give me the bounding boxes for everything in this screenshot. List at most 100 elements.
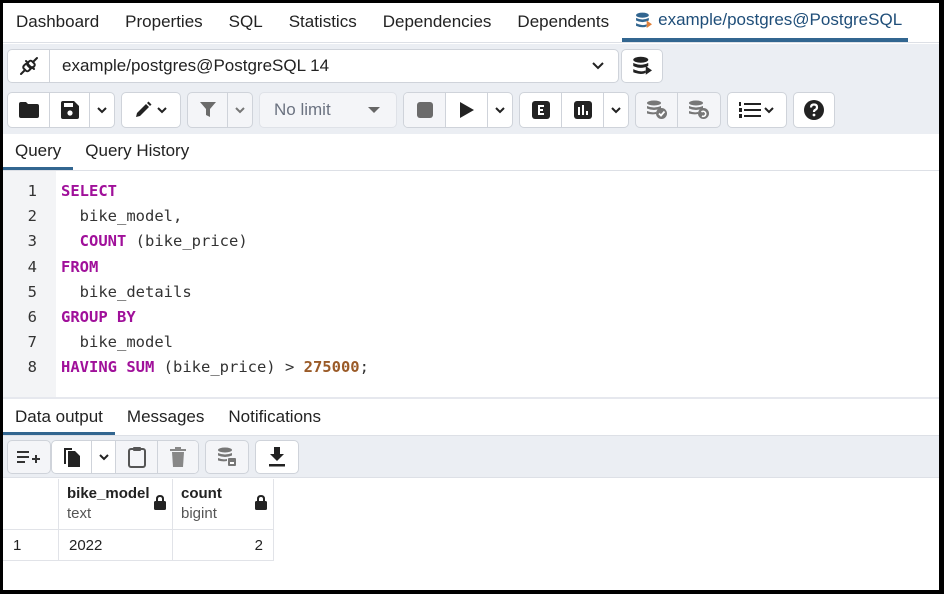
database-check-icon [646,100,667,119]
new-connection-button[interactable] [621,49,663,83]
code-text: bike_model [61,330,173,355]
macros-dropdown-button[interactable] [728,93,786,127]
database-save-icon [218,447,236,466]
edit-dropdown-button[interactable] [122,93,180,127]
add-row-icon [17,451,40,463]
database-undo-icon [689,100,709,119]
file-group [7,92,115,128]
copy-options-dropdown[interactable] [92,441,116,473]
chevron-down-icon[interactable] [578,61,618,71]
tab-messages[interactable]: Messages [115,399,216,435]
code-line[interactable]: 2 bike_model, [3,204,939,229]
code-text: FROM [61,255,98,280]
filter-button[interactable] [188,93,228,127]
connection-status-button[interactable] [8,50,50,82]
commit-button[interactable] [636,93,678,127]
tab-dependencies[interactable]: Dependencies [370,3,505,42]
row-limit-select[interactable]: No limit [259,92,397,128]
sql-text: bike_details [61,282,192,301]
copy-button[interactable] [52,441,92,473]
chevron-down-icon [495,107,505,114]
explain-analyze-button[interactable] [562,93,604,127]
row-limit-value: No limit [274,100,331,119]
connection-value: example/postgres@PostgreSQL 14 [62,56,330,75]
stop-icon [416,102,433,118]
column-type: text [67,505,92,522]
code-line[interactable]: 5 bike_details [3,280,939,305]
execute-query-button[interactable] [446,93,488,127]
rollback-button[interactable] [678,93,720,127]
help-group [793,92,835,128]
line-number: 7 [27,333,37,352]
output-tab-bar: Data output Messages Notifications [3,397,939,436]
tab-dependents[interactable]: Dependents [504,3,622,42]
code-line[interactable]: 3 COUNT (bike_price) [3,229,939,254]
chevron-down-icon [157,107,167,114]
line-number: 5 [27,282,37,301]
copy-paste-group [51,440,199,474]
column-header-bike-model[interactable]: bike_model text [59,479,173,530]
code-line[interactable]: 1 SELECT [3,179,939,204]
connection-select[interactable]: example/postgres@PostgreSQL 14 [7,49,619,83]
filter-options-dropdown[interactable] [228,93,252,127]
delete-row-button[interactable] [158,441,198,473]
save-file-button[interactable] [50,93,90,127]
explain-button[interactable] [520,93,562,127]
help-icon [804,100,824,120]
row-number-cell[interactable]: 1 [3,530,59,561]
column-type: bigint [181,505,217,522]
chevron-down-icon [611,107,621,114]
code-line[interactable]: 4 FROM [3,255,939,280]
download-results-button[interactable] [256,441,298,473]
execute-options-dropdown[interactable] [488,93,512,127]
paste-button[interactable] [116,441,158,473]
lock-icon [255,495,267,510]
save-data-group [205,440,249,474]
sql-keyword: FROM [61,257,99,276]
chevron-down-icon [764,107,774,114]
caret-down-icon [368,107,380,113]
data-cell-bike-model[interactable]: 2022 [59,530,173,561]
stop-query-button[interactable] [404,93,446,127]
sql-editor[interactable]: 1 SELECT 2 bike_model, 3 COUNT (bike_price)… [3,171,939,397]
tab-notifications[interactable]: Notifications [216,399,333,435]
data-cell-count[interactable]: 2 [173,530,274,561]
tab-data-output[interactable]: Data output [3,399,115,435]
grid-corner-cell[interactable] [3,479,59,530]
code-line[interactable]: 8 HAVING SUM (bike_price) > 275000; [3,355,939,380]
folder-icon [18,102,39,118]
open-file-button[interactable] [8,93,50,127]
help-button[interactable] [794,93,834,127]
line-number: 3 [27,232,37,251]
edit-group [121,92,181,128]
sql-keyword: HAVING SUM [61,358,155,377]
line-number: 4 [27,257,37,276]
numbered-list-icon [739,102,761,118]
sql-text: (bike_price) [126,232,248,251]
save-options-dropdown[interactable] [90,93,114,127]
clipboard-icon [127,447,146,468]
play-icon [459,102,474,118]
tab-query-history[interactable]: Query History [73,134,201,170]
sql-text: bike_model, [61,207,183,226]
add-row-button[interactable] [8,441,50,473]
tab-query-tool[interactable]: example/postgres@PostgreSQL [622,3,909,42]
code-line[interactable]: 6 GROUP BY [3,305,939,330]
explain-options-dropdown[interactable] [604,93,628,127]
line-number: 6 [27,308,37,326]
tab-query[interactable]: Query [3,134,74,170]
database-arrow-icon [633,56,652,75]
sql-keyword: COUNT [79,232,127,251]
save-data-changes-button[interactable] [206,441,248,473]
tab-statistics[interactable]: Statistics [276,3,370,42]
code-line[interactable]: 7 bike_model [3,330,939,355]
download-icon [269,447,285,467]
column-name: bike_model [67,485,150,502]
tab-sql[interactable]: SQL [216,3,276,42]
sql-number: 275000 [303,358,360,377]
code-text: SELECT [61,179,117,204]
tab-dashboard[interactable]: Dashboard [3,3,112,42]
code-text: bike_details [61,280,192,305]
tab-properties[interactable]: Properties [112,3,215,42]
column-header-count[interactable]: count bigint [173,479,274,530]
